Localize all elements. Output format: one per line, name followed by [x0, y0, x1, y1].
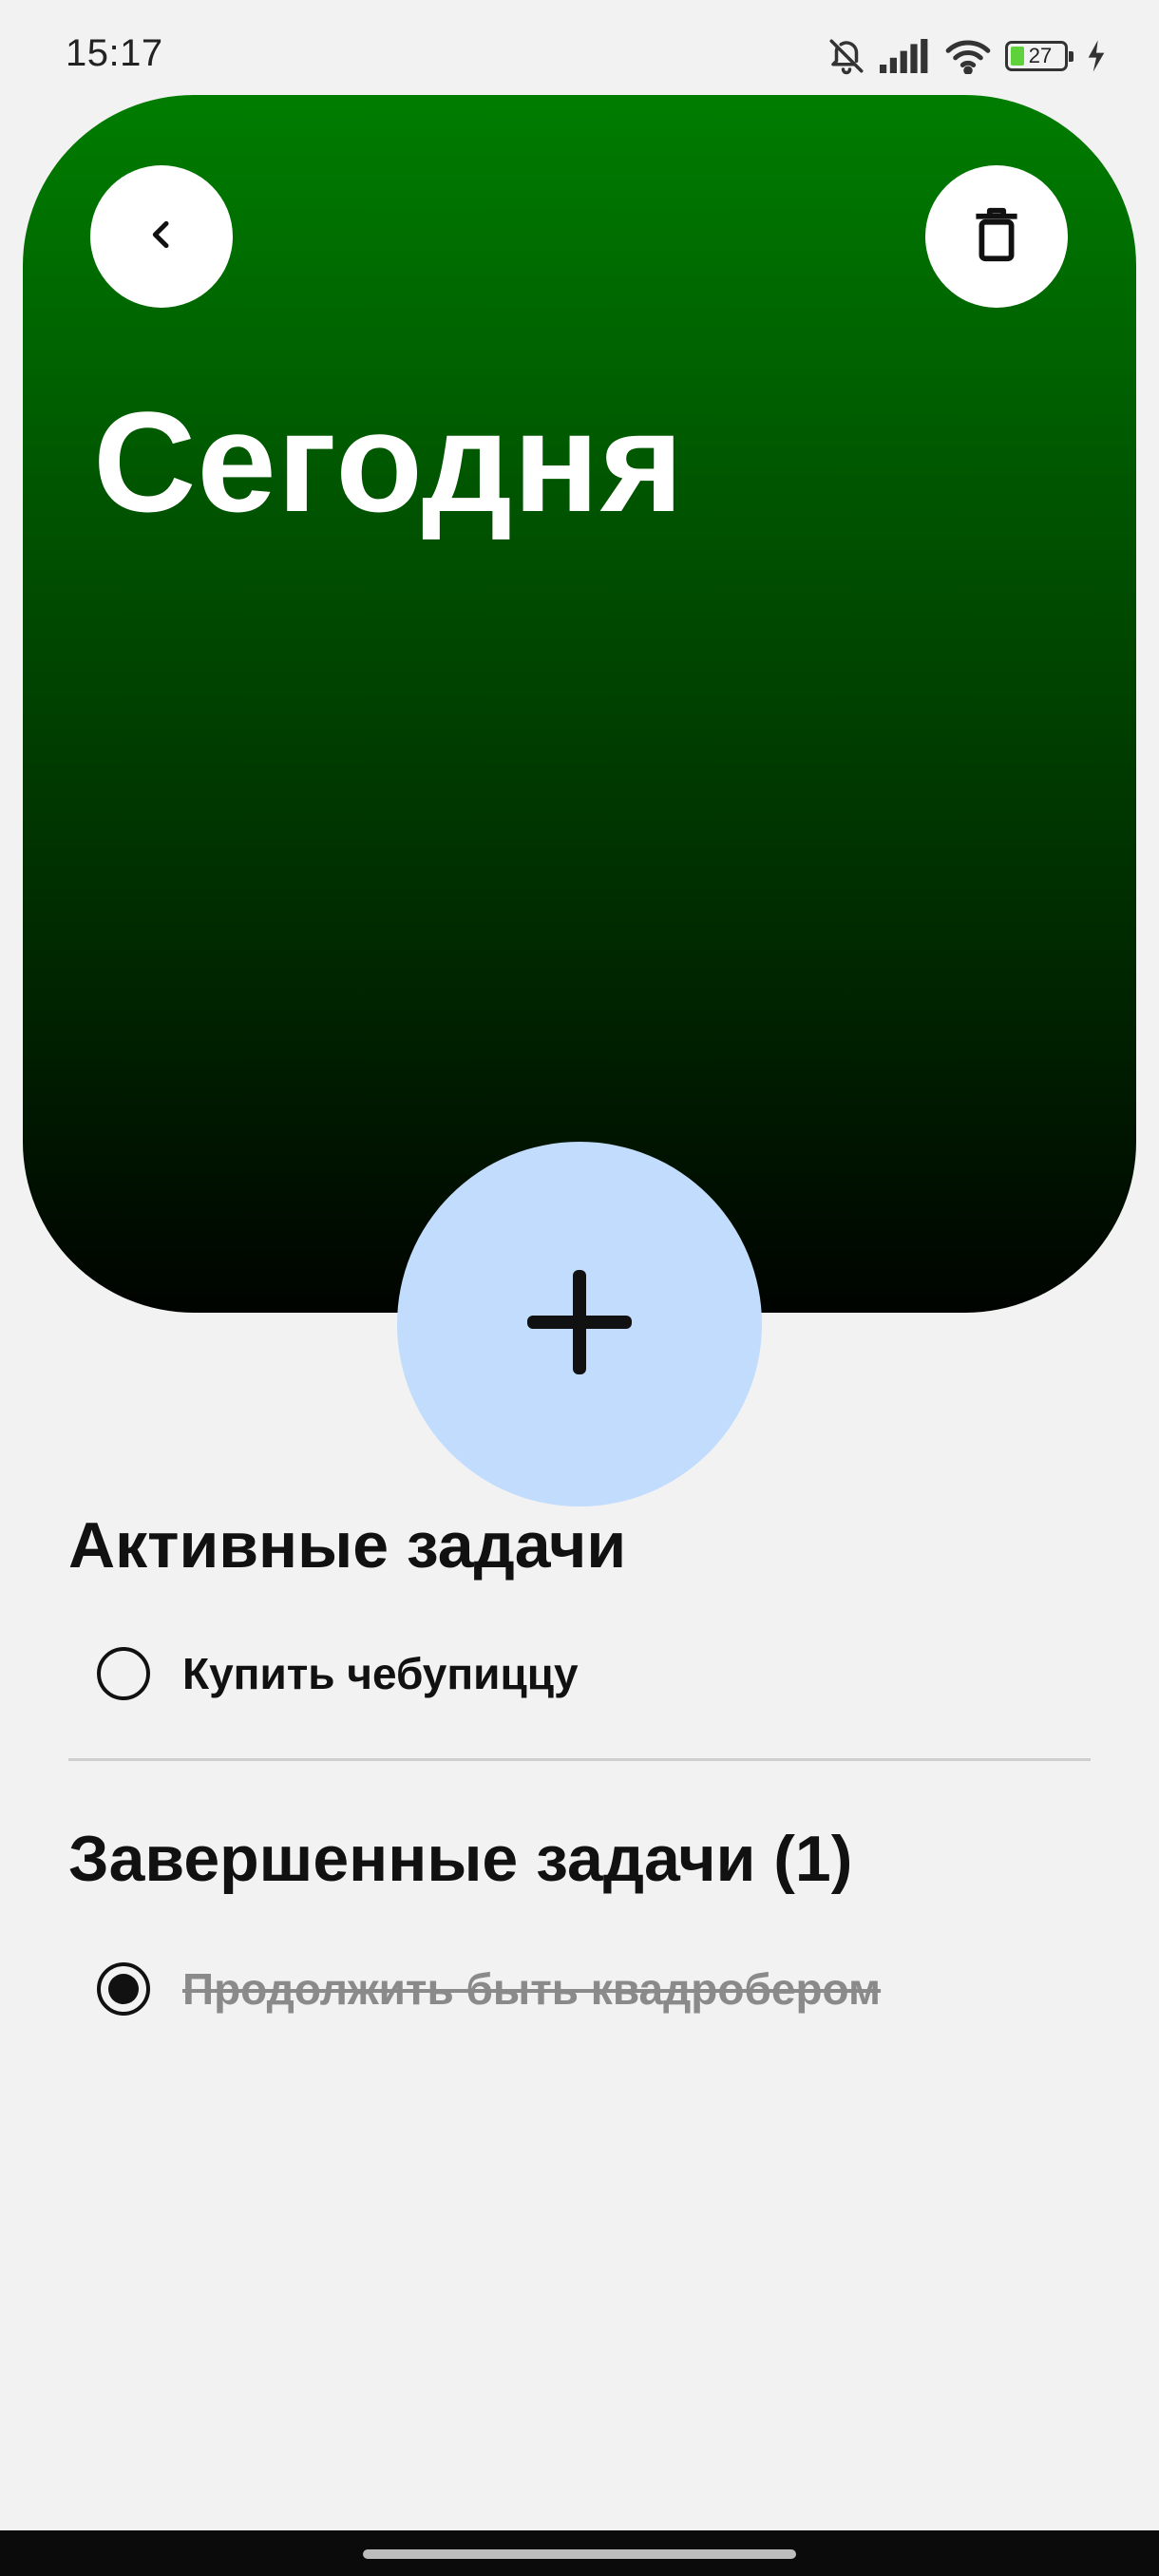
signal-icon [880, 39, 931, 73]
list-item[interactable]: Купить чебупиццу [97, 1643, 579, 1704]
task-label: Купить чебупиццу [182, 1649, 579, 1698]
status-bar: 15:17 27 [0, 0, 1159, 95]
battery-icon: 27 [1005, 41, 1074, 71]
charging-bolt-icon [1087, 40, 1106, 72]
completed-tasks-heading: Завершенные задачи (1) [68, 1823, 853, 1895]
delete-button[interactable] [925, 165, 1068, 308]
navigation-bar [0, 2530, 1159, 2576]
add-task-button[interactable] [397, 1142, 762, 1506]
trash-icon [974, 207, 1019, 267]
task-checkbox[interactable] [97, 1962, 150, 2016]
active-tasks-heading: Активные задачи [68, 1509, 627, 1582]
task-label: Продолжить быть квадробером [182, 1964, 882, 2014]
todo-list-screen: 15:17 27 Сегодня Активные задачи Купить … [0, 0, 1159, 2576]
battery-level: 27 [1028, 44, 1053, 67]
status-icons: 27 [826, 34, 1106, 78]
task-checkbox[interactable] [97, 1647, 150, 1700]
plus-icon [522, 1265, 636, 1384]
checked-dot [108, 1974, 139, 2004]
back-button[interactable] [90, 165, 233, 308]
home-indicator[interactable] [363, 2549, 796, 2559]
divider [68, 1758, 1091, 1761]
bell-off-icon [826, 36, 866, 76]
page-title: Сегодня [93, 382, 685, 541]
header-card: Сегодня [23, 95, 1136, 1313]
wifi-icon [944, 38, 992, 74]
list-item[interactable]: Продолжить быть квадробером [97, 1959, 881, 2019]
status-time: 15:17 [66, 32, 163, 74]
chevron-left-icon [142, 216, 180, 258]
